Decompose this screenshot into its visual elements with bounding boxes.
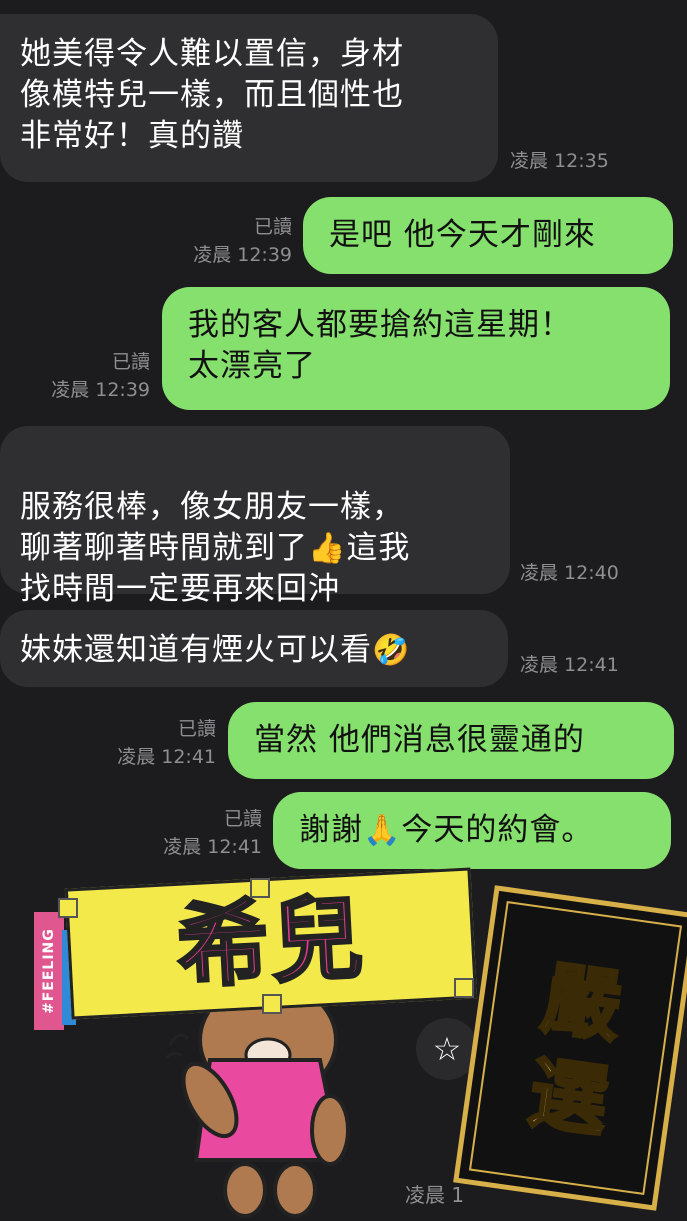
message-timestamp: 凌晨 12:35 <box>510 150 609 172</box>
message-text: 妹妹還知道有煙火可以看 <box>20 632 372 668</box>
pray-icon: 🙏 <box>363 813 402 848</box>
handle-bottom[interactable] <box>262 994 282 1014</box>
selected-badge: 嚴 選 <box>453 885 687 1211</box>
read-receipt: 已讀 <box>253 216 292 238</box>
read-receipt: 已讀 <box>223 808 262 830</box>
message-timestamp: 凌晨 12:41 <box>117 746 216 768</box>
read-receipt: 已讀 <box>177 718 216 740</box>
handle-right[interactable] <box>454 978 474 998</box>
read-receipt: 已讀 <box>111 351 150 373</box>
message-timestamp: 凌晨 1 <box>405 1183 465 1207</box>
rofl-icon: 🤣 <box>372 633 411 668</box>
handle-top-left[interactable] <box>58 898 78 918</box>
outgoing-message-bubble[interactable]: 謝謝🙏今天的約會。 <box>273 792 671 869</box>
message-text: 今天的約會。 <box>401 812 594 848</box>
incoming-message-bubble[interactable]: 她美得令人難以置信，身材 像模特兒一樣，而且個性也 非常好！真的讚 <box>0 14 498 182</box>
incoming-message-bubble[interactable]: 服務很棒，像女朋友一樣， 聊著聊著時間就到了👍這我 找時間一定要再來回沖 <box>0 426 510 607</box>
message-timestamp: 凌晨 12:40 <box>520 562 619 584</box>
outgoing-message-bubble[interactable]: 當然 他們消息很靈通的 <box>228 702 674 779</box>
outgoing-message-bubble[interactable]: 是吧 他今天才剛來 <box>303 197 673 274</box>
message-text: 謝謝 <box>299 812 363 848</box>
thumbs-up-icon: 👍 <box>308 531 347 566</box>
message-timestamp: 凌晨 12:41 <box>520 654 619 676</box>
banner-title: 希兒 <box>173 882 369 1003</box>
message-timestamp: 凌晨 12:41 <box>163 836 262 858</box>
incoming-message-bubble[interactable]: 妹妹還知道有煙火可以看🤣 <box>0 610 508 687</box>
outgoing-message-bubble[interactable]: 我的客人都要搶約這星期！ 太漂亮了 <box>162 287 670 410</box>
message-timestamp: 凌晨 12:39 <box>193 244 292 266</box>
message-timestamp: 凌晨 12:39 <box>51 379 150 401</box>
handle-top[interactable] <box>250 878 270 898</box>
